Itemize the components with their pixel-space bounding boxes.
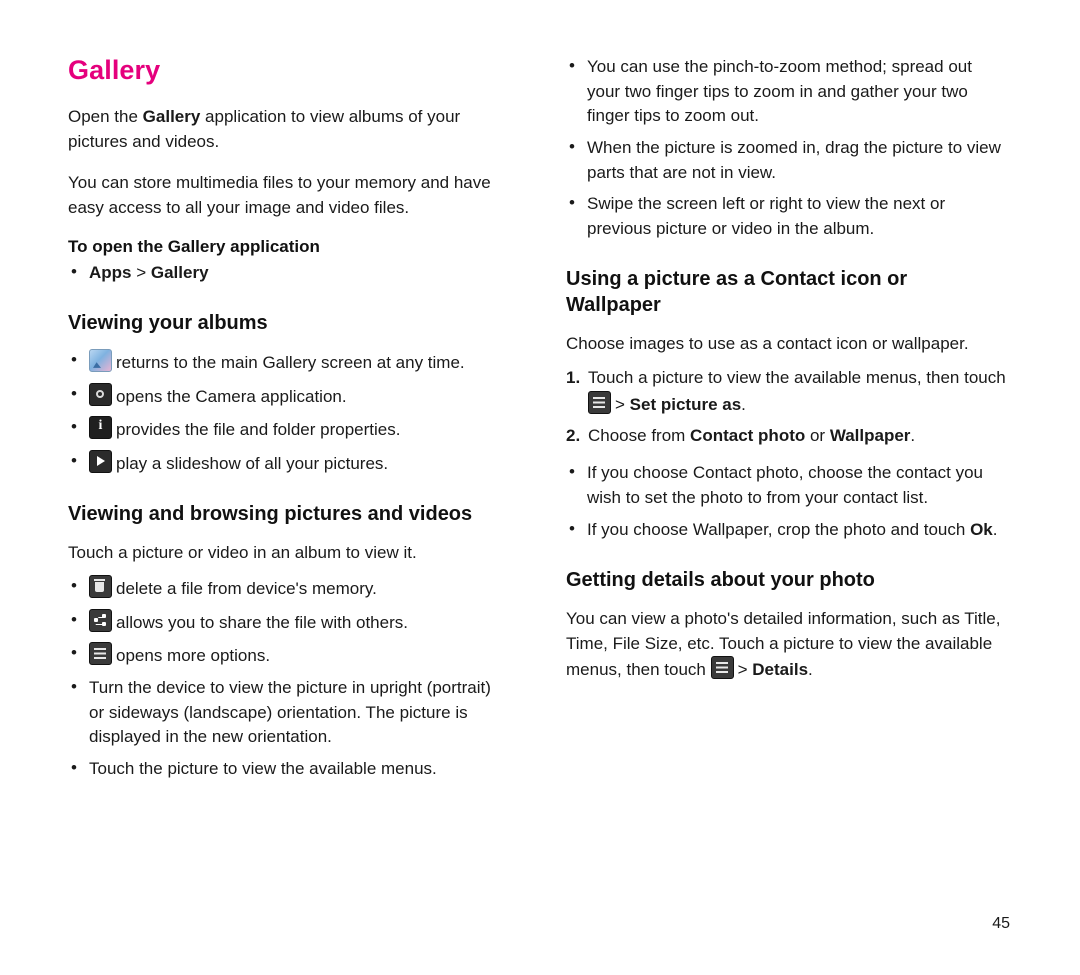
list-item: 1. Touch a picture to view the available … [566, 366, 1006, 418]
share-icon [89, 608, 112, 632]
play-icon [89, 449, 112, 473]
step-text: Touch a picture to view the available me… [588, 367, 1006, 387]
list-item: delete a file from device's memory. [68, 574, 508, 602]
list-item: 2. Choose from Contact photo or Wallpaper… [566, 424, 1006, 449]
list-item-label: returns to the main Gallery screen at an… [116, 352, 465, 372]
list-item: Turn the device to view the picture in u… [68, 675, 508, 750]
heading-open-gallery: To open the Gallery application [68, 236, 320, 256]
manual-page: Gallery Open the Gallery application to … [0, 0, 1080, 975]
separator: > [131, 262, 151, 282]
left-column: Gallery Open the Gallery application to … [68, 55, 508, 796]
list-item-label: delete a file from device's memory. [116, 579, 377, 599]
contact-intro: Choose images to use as a contact icon o… [566, 333, 969, 353]
step-text: Choose from [588, 426, 691, 446]
set-picture-as-label: Set picture as [629, 394, 742, 414]
list-item-label: provides the file and folder properties. [116, 420, 401, 440]
list-item: returns to the main Gallery screen at an… [68, 348, 508, 376]
contact-photo-label: Contact photo [690, 426, 806, 446]
list-item: allows you to share the file with others… [68, 608, 508, 636]
heading-viewing-albums: Viewing your albums [68, 312, 268, 335]
list-item: Touch the picture to view the available … [68, 756, 508, 782]
page-number: 45 [992, 915, 1010, 932]
intro-app-name: Gallery [142, 107, 201, 126]
zoom-tips-list: You can use the pinch-to-zoom method; sp… [566, 54, 1006, 241]
list-item: Swipe the screen left or right to view t… [566, 191, 1006, 241]
heading-photo-details: Getting details about your photo [566, 569, 875, 592]
list-item: Apps > Gallery [68, 260, 508, 286]
intro-paragraph-2: You can store multimedia files to your m… [68, 173, 491, 218]
list-item-label: opens more options. [116, 646, 271, 666]
wallpaper-label: Wallpaper [829, 426, 911, 446]
camera-icon [89, 382, 112, 406]
contact-choice-list: If you choose Contact photo, choose the … [566, 460, 1006, 543]
list-item-label: If you choose Wallpaper, crop the photo … [587, 519, 971, 539]
menu-icon [588, 390, 611, 414]
list-item: If you choose Contact photo, choose the … [566, 460, 1006, 510]
menu-icon [89, 642, 112, 666]
list-item-label: opens the Camera application. [116, 386, 347, 406]
list-item: opens the Camera application. [68, 382, 508, 410]
apps-label: Apps [89, 262, 132, 282]
open-gallery-list: Apps > Gallery [68, 260, 508, 286]
browsing-icon-list: delete a file from device's memory. allo… [68, 574, 508, 782]
period: . [992, 519, 998, 539]
contact-steps: 1. Touch a picture to view the available … [566, 366, 1006, 449]
list-item-label: play a slideshow of all your pictures. [116, 453, 389, 473]
separator: > [737, 660, 748, 680]
trash-icon [89, 575, 112, 599]
period: . [741, 394, 746, 414]
step-number: 2. [566, 426, 581, 446]
list-item: provides the file and folder properties. [68, 415, 508, 443]
right-column: You can use the pinch-to-zoom method; sp… [566, 54, 1006, 698]
info-icon [89, 416, 112, 440]
menu-icon [710, 656, 734, 680]
step-number: 1. [566, 367, 581, 387]
heading-browsing: Viewing and browsing pictures and videos [68, 503, 473, 526]
period: . [910, 426, 916, 446]
gallery-icon [89, 348, 112, 372]
list-item: play a slideshow of all your pictures. [68, 449, 508, 477]
details-label: Details [752, 660, 809, 680]
separator: > [615, 394, 625, 414]
heading-contact-wallpaper: Using a picture as a Contact icon or Wal… [566, 268, 908, 317]
intro-text-a: Open the [68, 107, 143, 126]
ok-label: Ok [970, 519, 993, 539]
album-icon-list: returns to the main Gallery screen at an… [68, 348, 508, 477]
list-item: When the picture is zoomed in, drag the … [566, 135, 1006, 185]
list-item-label: allows you to share the file with others… [116, 612, 408, 632]
page-title: Gallery [68, 55, 161, 85]
list-item: If you choose Wallpaper, crop the photo … [566, 517, 1006, 543]
browsing-intro: Touch a picture or video in an album to … [68, 543, 417, 563]
details-paragraph: You can view a photo's detailed informat… [566, 606, 1006, 682]
list-item: opens more options. [68, 641, 508, 669]
list-item: You can use the pinch-to-zoom method; sp… [566, 54, 1006, 129]
or-text: or [805, 426, 830, 446]
gallery-label: Gallery [150, 262, 209, 282]
period: . [808, 660, 813, 680]
intro-paragraph-1: Open the Gallery application to view alb… [68, 104, 508, 154]
